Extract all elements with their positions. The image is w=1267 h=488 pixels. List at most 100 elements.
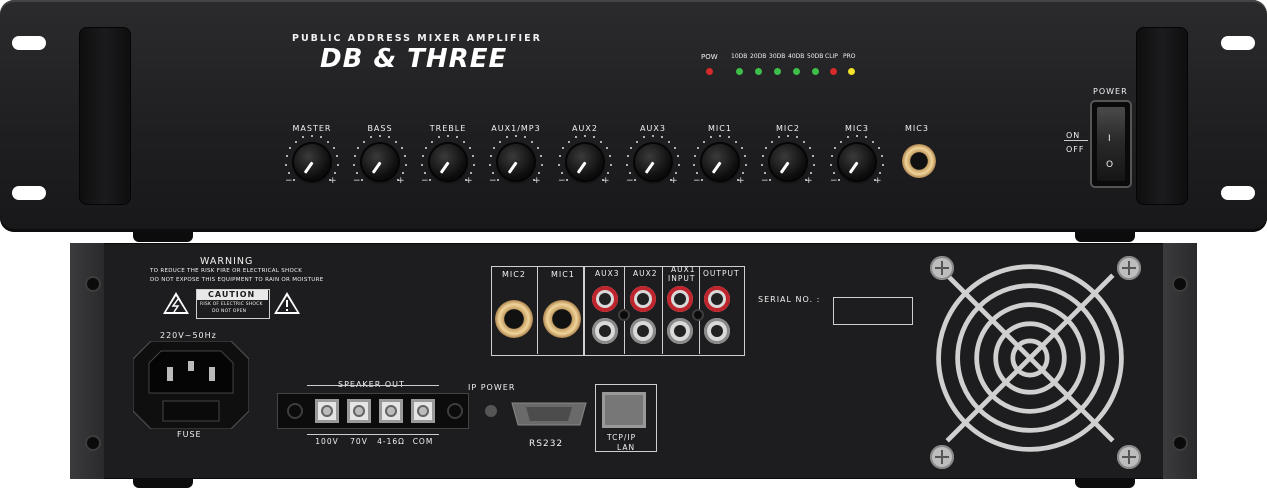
knob-cap[interactable]: [770, 144, 806, 180]
knob-tick: [294, 140, 297, 143]
knob-label-master: MASTER: [292, 124, 332, 133]
knob-tick: [430, 140, 433, 143]
knob-cap[interactable]: [702, 144, 738, 180]
terminal-screw: [385, 405, 397, 417]
knob-tick: [719, 135, 721, 137]
fuse-label: FUSE: [177, 430, 202, 439]
rca-jack-red[interactable]: [592, 286, 618, 312]
screw-icon: [289, 405, 301, 417]
led-label-pow: POW: [701, 53, 718, 61]
rca-pin: [637, 325, 649, 337]
speaker-terminal-2[interactable]: [379, 399, 403, 423]
led-meter-indicator: [848, 68, 855, 75]
knob-tick: [770, 140, 773, 143]
knob-tick: [424, 147, 427, 150]
power-off-label: OFF: [1066, 145, 1085, 154]
rj45-lan-port[interactable]: [602, 392, 646, 428]
knob-tick: [832, 172, 835, 175]
knob-tick: [438, 136, 441, 139]
knob-tick: [652, 135, 654, 137]
iec-power-inlet[interactable]: [133, 341, 249, 429]
knob-cap[interactable]: [498, 144, 534, 180]
rack-foot: [133, 478, 193, 488]
knob-tick: [677, 163, 680, 166]
knob-tick: [695, 172, 698, 175]
speaker-tap-label: 100V: [315, 437, 339, 446]
rca-jack-white[interactable]: [704, 318, 730, 344]
front-handle-left[interactable]: [79, 27, 131, 205]
divider: [307, 385, 439, 386]
power-on-mark: I: [1108, 134, 1112, 144]
knob-cap[interactable]: [430, 144, 466, 180]
knob-tick: [421, 155, 424, 158]
rs232-port[interactable]: [508, 399, 590, 429]
mic3-input-jack[interactable]: [902, 144, 936, 178]
led-meter-indicator: [830, 68, 837, 75]
exclamation-warning-icon: [274, 292, 300, 314]
knob-tick: [567, 140, 570, 143]
speaker-terminal-3[interactable]: [411, 399, 435, 423]
rca-jack-white[interactable]: [592, 318, 618, 344]
knob-tick: [404, 163, 407, 166]
power-on-label: ON: [1066, 131, 1081, 140]
knob-tick: [404, 155, 407, 158]
knob-tick: [626, 163, 629, 166]
knob-tick: [744, 163, 747, 166]
rca-jack-white[interactable]: [667, 318, 693, 344]
knob-tick: [319, 136, 322, 139]
power-switch[interactable]: I O: [1092, 102, 1130, 186]
divider: [699, 266, 700, 354]
knob-cap[interactable]: [567, 144, 603, 180]
knob-cap[interactable]: [362, 144, 398, 180]
speaker-terminal-0[interactable]: [315, 399, 339, 423]
knob-tick: [761, 163, 764, 166]
rca-jack-red[interactable]: [704, 286, 730, 312]
knob-pointer: [507, 161, 518, 174]
knob-tick: [609, 155, 612, 158]
divider: [307, 434, 439, 435]
knob-tick: [355, 172, 358, 175]
aux2-label: AUX2: [633, 269, 658, 278]
knob-label-mic1: MIC1: [708, 124, 732, 133]
minus-sign: −: [830, 176, 838, 186]
knob-tick: [693, 155, 696, 158]
knob-cap[interactable]: [294, 144, 330, 180]
knob-tick: [506, 136, 509, 139]
minus-sign: −: [558, 176, 566, 186]
knob-tick: [292, 179, 295, 182]
knob-cap[interactable]: [839, 144, 875, 180]
knob-tick: [401, 147, 403, 150]
knob-tick: [287, 172, 290, 175]
mic1-input-jack[interactable]: [543, 300, 581, 338]
knob-tick: [575, 136, 578, 139]
mic2-label: MIC2: [502, 270, 526, 279]
knob-pointer: [848, 161, 859, 174]
knob-label-bass: BASS: [367, 124, 393, 133]
warning-title: WARNING: [200, 256, 254, 267]
mic1-label: MIC1: [551, 270, 575, 279]
rca-jack-red[interactable]: [630, 286, 656, 312]
knob-tick: [735, 140, 738, 143]
brand-logo: DB & THREE: [320, 44, 508, 74]
knob-pointer: [711, 161, 722, 174]
knob-tick: [558, 155, 561, 158]
knob-cap[interactable]: [635, 144, 671, 180]
front-handle-right[interactable]: [1136, 27, 1188, 205]
knob-tick: [472, 155, 475, 158]
knob-tick: [491, 172, 494, 175]
knob-tick: [421, 163, 424, 166]
cooling-fan-grille: [936, 264, 1124, 452]
knob-tick: [336, 155, 339, 158]
knob-tick: [402, 172, 405, 175]
mic2-input-jack[interactable]: [495, 300, 533, 338]
serial-number-field: [833, 297, 913, 325]
divider: [662, 266, 663, 354]
rca-jack-white[interactable]: [630, 318, 656, 344]
screw-icon: [694, 311, 702, 319]
speaker-terminal-1[interactable]: [347, 399, 371, 423]
plus-sign: +: [533, 176, 541, 186]
led-meter-indicator: [736, 68, 743, 75]
rca-jack-red[interactable]: [667, 286, 693, 312]
aux1-input-label: INPUT: [668, 274, 696, 283]
knob-tick: [833, 147, 836, 150]
